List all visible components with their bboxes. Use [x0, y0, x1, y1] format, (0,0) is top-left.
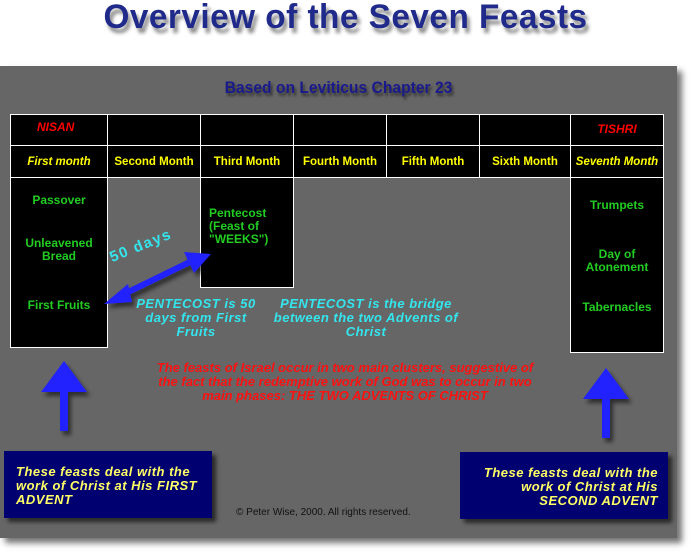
copyright-notice: © Peter Wise, 2000. All rights reserved.	[236, 507, 411, 518]
second-advent-box: These feasts deal with the work of Chris…	[460, 452, 668, 519]
up-arrow-left-icon	[41, 361, 87, 431]
pentecost-bridge-note: PENTECOST is the bridge between the two …	[273, 296, 459, 339]
pentecost-from-note: PENTECOST is 50 days from First Fruits	[136, 296, 256, 339]
up-arrow-right-icon	[583, 368, 629, 438]
first-advent-box: These feasts deal with the work of Chris…	[4, 451, 212, 518]
clusters-note: The feasts of Israel occur in two main c…	[156, 360, 534, 403]
